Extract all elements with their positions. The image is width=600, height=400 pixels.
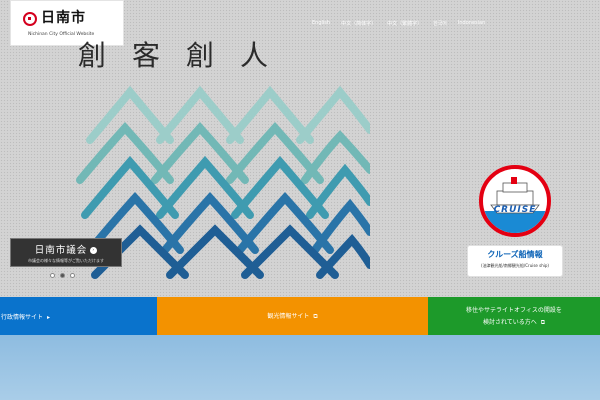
city-emblem-icon — [23, 12, 37, 26]
admin-info-label: 行政情報サイト ▸ — [1, 312, 50, 321]
slider-pagination — [50, 273, 75, 278]
lang-chinese-simplified-link[interactable]: 中文（简体字） — [341, 20, 376, 27]
cruise-subtitle: (油津観光船/南郷観光船/Cruise ship) — [481, 263, 549, 268]
city-council-subtitle: 市議会の様々な情報等がご覧いただけます — [28, 258, 104, 263]
hero-slider: 日南市 Nichinan City Official Website Engli… — [0, 0, 600, 297]
cruise-ship-text: CRUISE — [493, 205, 537, 215]
external-link-icon: ⧉ — [540, 319, 546, 326]
relocation-info-line2: 検討されている方へ ⧉ — [483, 317, 545, 327]
language-nav: English 中文（简体字） 中文（繁體字） 한국어 Indonesian — [312, 20, 485, 27]
cruise-title: クルーズ船情報 — [487, 250, 543, 259]
external-link-icon: ⧉ — [313, 313, 318, 320]
slider-dot-1[interactable] — [50, 273, 55, 278]
city-council-title: 日南市議会 › — [15, 242, 117, 256]
arrow-circle-icon: › — [90, 247, 98, 254]
city-council-title-text: 日南市議会 — [34, 245, 88, 256]
relocation-info-link[interactable]: 移住やサテライトオフィスの開設を 検討されている方へ ⧉ — [428, 297, 600, 335]
lang-english-link[interactable]: English — [312, 20, 330, 27]
relocation-info-line1: 移住やサテライトオフィスの開設を — [466, 307, 562, 314]
tourism-info-label-text: 観光情報サイト — [267, 313, 310, 320]
triangle-right-icon: ▸ — [47, 313, 51, 321]
slider-dot-3[interactable] — [70, 273, 75, 278]
lang-korean-link[interactable]: 한국어 — [433, 20, 447, 27]
tourism-info-label: 観光情報サイト ⧉ — [267, 311, 317, 321]
lang-indonesian-link[interactable]: Indonesian — [458, 20, 485, 27]
admin-info-link[interactable]: 行政情報サイト ▸ — [0, 297, 157, 335]
cruise-ship-icon — [483, 177, 547, 233]
sky-photo-section — [0, 335, 600, 400]
city-council-banner[interactable]: 日南市議会 › 市議会の様々な情報等がご覧いただけます — [10, 238, 122, 267]
relocation-info-line2-text: 検討されている方へ — [482, 319, 537, 326]
hero-catchphrase: 創客創人 — [78, 39, 295, 72]
admin-info-label-text: 行政情報サイト — [1, 313, 44, 321]
cruise-label-box: クルーズ船情報 (油津観光船/南郷観光船/Cruise ship) — [467, 245, 563, 277]
slider-dot-2[interactable] — [60, 273, 65, 278]
tourism-info-link[interactable]: 観光情報サイト ⧉ — [157, 297, 428, 335]
lang-chinese-traditional-link[interactable]: 中文（繁體字） — [387, 20, 422, 27]
logo-name: 日南市 — [41, 10, 86, 26]
cruise-ship-emblem: CRUISE — [479, 165, 551, 237]
cruise-info-banner[interactable]: CRUISE クルーズ船情報 (油津観光船/南郷観光船/Cruise ship) — [465, 165, 565, 277]
